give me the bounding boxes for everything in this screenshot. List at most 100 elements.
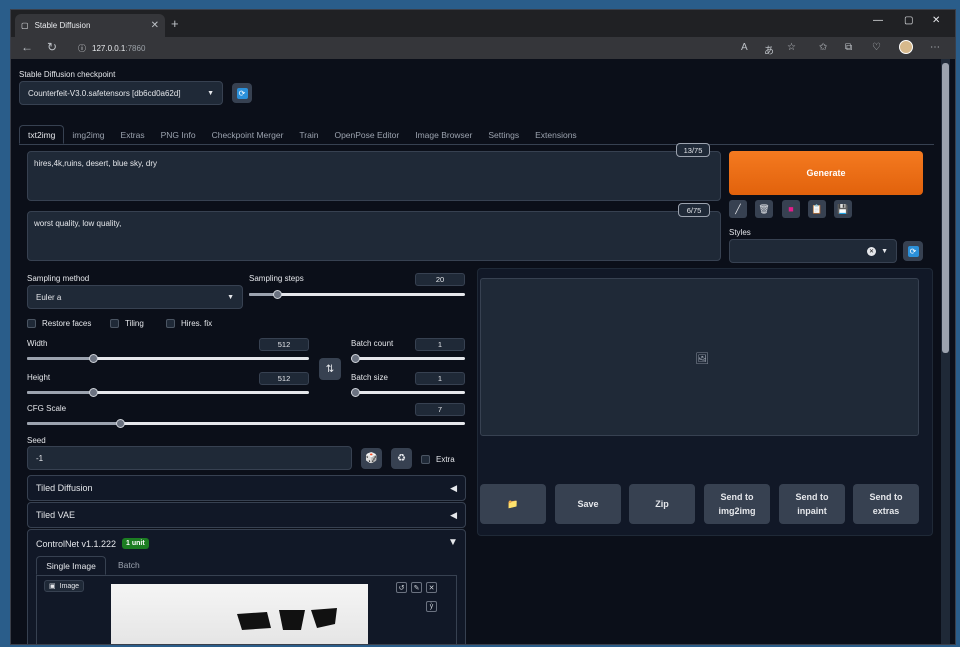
- restore-faces-checkbox[interactable]: Restore faces: [27, 319, 91, 328]
- refresh-checkpoint-button[interactable]: ⟳: [232, 83, 252, 103]
- address-bar[interactable]: ⓘ 127.0.0.1:7860: [78, 40, 838, 56]
- close-tab-icon[interactable]: ✕: [151, 20, 159, 31]
- extra-seed-checkbox[interactable]: Extra: [421, 455, 455, 464]
- collapse-left-icon: ◀: [450, 482, 457, 493]
- tab-settings[interactable]: Settings: [480, 125, 527, 144]
- favorites-icon[interactable]: ✩: [819, 42, 827, 53]
- height-input[interactable]: 512: [259, 372, 309, 385]
- expand-down-icon[interactable]: ▼: [448, 537, 458, 548]
- width-input[interactable]: 512: [259, 338, 309, 351]
- width-slider[interactable]: [27, 354, 309, 363]
- positive-prompt-input[interactable]: hires,4k,ruins, desert, blue sky, dry: [27, 151, 721, 201]
- url-port: :7860: [125, 43, 146, 53]
- chevron-down-icon: ▼: [207, 89, 214, 97]
- controlnet-panel: ControlNet v1.1.222 1 unit ▼ Single Imag…: [27, 529, 466, 644]
- tab-checkpoint-merger[interactable]: Checkpoint Merger: [204, 125, 292, 144]
- styles-dropdown[interactable]: ✕ ▼: [729, 239, 897, 263]
- clipboard-icon[interactable]: 📋: [808, 200, 826, 218]
- sampling-method-label: Sampling method: [27, 274, 90, 283]
- random-seed-button[interactable]: 🎲: [361, 448, 382, 469]
- height-slider[interactable]: [27, 388, 309, 397]
- read-aloud-icon[interactable]: A: [741, 42, 748, 53]
- sampling-steps-input[interactable]: 20: [415, 273, 465, 286]
- tab-openpose-editor[interactable]: OpenPose Editor: [326, 125, 407, 144]
- batch-size-label: Batch size: [351, 373, 388, 382]
- extra-seed-label: Extra: [436, 455, 455, 464]
- collections-icon[interactable]: ⧉: [845, 42, 852, 53]
- tab-train[interactable]: Train: [291, 125, 326, 144]
- back-icon[interactable]: ←: [21, 40, 33, 54]
- cfg-scale-slider[interactable]: [27, 419, 465, 428]
- close-icon[interactable]: ✕: [426, 582, 437, 593]
- refresh-icon[interactable]: ↻: [47, 40, 57, 54]
- tiled-vae-accordion[interactable]: Tiled VAE ◀: [27, 502, 466, 528]
- sampling-method-dropdown[interactable]: Euler a ▼: [27, 285, 243, 309]
- checkpoint-label: Stable Diffusion checkpoint: [19, 70, 116, 79]
- page-scrollbar[interactable]: [941, 59, 950, 644]
- batch-size-slider[interactable]: [351, 388, 465, 397]
- zip-button[interactable]: Zip: [629, 484, 695, 524]
- output-gallery[interactable]: 🖼: [480, 278, 919, 436]
- negative-token-counter: 6/75: [678, 203, 710, 217]
- translate-icon[interactable]: あ: [764, 42, 774, 57]
- height-label: Height: [27, 373, 51, 382]
- generate-button[interactable]: Generate: [729, 151, 923, 195]
- rotate-icon[interactable]: ↺: [396, 582, 407, 593]
- save-style-icon[interactable]: 💾: [834, 200, 852, 218]
- browser-tab-title: Stable Diffusion: [34, 21, 91, 30]
- profile-avatar[interactable]: [899, 40, 913, 54]
- extension-icon[interactable]: ♡: [872, 42, 881, 53]
- hires-fix-checkbox[interactable]: Hires. fix: [166, 319, 212, 328]
- tab-image-browser[interactable]: Image Browser: [407, 125, 480, 144]
- minimize-icon[interactable]: —: [873, 15, 883, 26]
- close-window-icon[interactable]: ✕: [932, 15, 940, 26]
- tiled-vae-title: Tiled VAE: [36, 510, 76, 520]
- batch-count-input[interactable]: 1: [415, 338, 465, 351]
- scrollbar-thumb[interactable]: [942, 63, 949, 353]
- new-tab-icon[interactable]: +: [171, 16, 179, 31]
- negative-prompt-input[interactable]: worst quality, low quality,: [27, 211, 721, 261]
- tiling-checkbox[interactable]: Tiling: [110, 319, 144, 328]
- browser-tab[interactable]: ▢ Stable Diffusion ✕: [15, 14, 165, 37]
- seed-label: Seed: [27, 436, 46, 445]
- menu-icon[interactable]: ⋯: [930, 42, 940, 53]
- batch-size-input[interactable]: 1: [415, 372, 465, 385]
- swap-dimensions-button[interactable]: ⇅: [319, 358, 341, 380]
- tiled-diffusion-accordion[interactable]: Tiled Diffusion ◀: [27, 475, 466, 501]
- tab-txt2img[interactable]: txt2img: [19, 125, 65, 144]
- controlnet-header[interactable]: ControlNet v1.1.222 1 unit: [36, 538, 149, 549]
- send-to-extras-button[interactable]: Send to extras: [853, 484, 919, 524]
- dice-icon: 🎲: [365, 453, 378, 464]
- tiled-diffusion-title: Tiled Diffusion: [36, 483, 93, 493]
- seed-input[interactable]: -1: [27, 446, 352, 470]
- tab-batch[interactable]: Batch: [118, 560, 140, 570]
- favorite-icon[interactable]: ☆: [787, 42, 796, 53]
- save-button[interactable]: Save: [555, 484, 621, 524]
- trash-icon[interactable]: 🗑: [755, 200, 773, 218]
- tab-extensions[interactable]: Extensions: [527, 125, 585, 144]
- image-upload-area[interactable]: ▣ Image ↺ ✎ ✕ ỳ: [36, 575, 457, 644]
- extra-networks-icon[interactable]: ■: [782, 200, 800, 218]
- refresh-icon: ⟳: [236, 87, 248, 99]
- tab-single-image[interactable]: Single Image: [36, 556, 106, 575]
- pose-edit-icon[interactable]: ỳ: [426, 601, 437, 612]
- edit-icon[interactable]: ✎: [411, 582, 422, 593]
- checkpoint-dropdown[interactable]: Counterfeit-V3.0.safetensors [db6cd0a62d…: [19, 81, 223, 105]
- chevron-down-icon: ▼: [227, 293, 234, 301]
- tab-img2img[interactable]: img2img: [64, 125, 112, 144]
- send-to-img2img-button[interactable]: Send to img2img: [704, 484, 770, 524]
- sampling-steps-label: Sampling steps: [249, 274, 304, 283]
- reuse-seed-button[interactable]: ♻: [391, 448, 412, 469]
- paint-brush-icon[interactable]: ╱: [729, 200, 747, 218]
- maximize-icon[interactable]: ▢: [904, 15, 913, 26]
- batch-count-slider[interactable]: [351, 354, 465, 363]
- refresh-styles-button[interactable]: ⟳: [903, 241, 923, 261]
- cfg-scale-input[interactable]: 7: [415, 403, 465, 416]
- open-folder-button[interactable]: 📁: [480, 484, 546, 524]
- clear-icon[interactable]: ✕: [867, 246, 877, 256]
- controlnet-title: ControlNet v1.1.222: [36, 538, 117, 549]
- tab-png-info[interactable]: PNG Info: [153, 125, 204, 144]
- tab-extras[interactable]: Extras: [113, 125, 153, 144]
- sampling-steps-slider[interactable]: [249, 290, 465, 299]
- send-to-inpaint-button[interactable]: Send to inpaint: [779, 484, 845, 524]
